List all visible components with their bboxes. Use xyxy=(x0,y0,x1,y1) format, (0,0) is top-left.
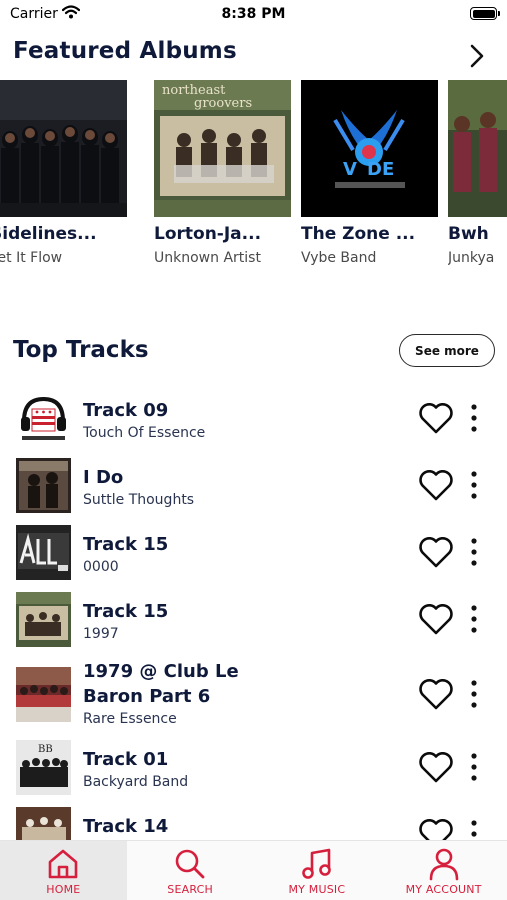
more-options-icon[interactable] xyxy=(468,679,480,709)
track-row[interactable]: 1979 @ Club Le Baron Part 6 Rare Essence xyxy=(0,653,507,734)
album-title: Sidelines... xyxy=(0,224,97,244)
track-artist: Suttle Thoughts xyxy=(83,492,195,508)
heart-icon[interactable] xyxy=(418,468,454,502)
track-row[interactable]: Track 15 1997 xyxy=(0,586,507,653)
svg-text:V: V xyxy=(343,159,357,180)
more-options-icon[interactable] xyxy=(468,537,480,567)
tab-search-label: SEARCH xyxy=(167,883,213,896)
track-info: 1979 @ Club Le Baron Part 6 Rare Essence xyxy=(83,659,403,729)
more-options-icon[interactable] xyxy=(468,604,480,634)
track-title: Track 15 xyxy=(83,601,169,622)
track-artist: Rare Essence xyxy=(83,711,177,727)
featured-albums-title: Featured Albums xyxy=(13,38,237,64)
tab-my-music-label: MY MUSIC xyxy=(288,883,346,896)
track-artwork: BB xyxy=(16,740,71,795)
track-artwork xyxy=(16,458,71,513)
track-artist: 1997 xyxy=(83,626,119,642)
track-info: Track 01 Backyard Band xyxy=(83,747,403,792)
svg-text:groovers: groovers xyxy=(194,96,252,111)
more-options-icon[interactable] xyxy=(468,819,480,840)
track-row[interactable]: Track 14 xyxy=(0,801,507,840)
tab-my-account[interactable]: MY ACCOUNT xyxy=(380,841,507,900)
tab-search[interactable]: SEARCH xyxy=(127,841,254,900)
user-icon xyxy=(427,841,461,885)
featured-albums-carousel[interactable]: Sidelines... Let It Flow northeast groov… xyxy=(0,80,507,280)
track-info: Track 15 0000 xyxy=(83,532,403,577)
track-artwork xyxy=(16,525,71,580)
track-title: I Do xyxy=(83,467,124,488)
heart-icon[interactable] xyxy=(418,602,454,636)
more-options-icon[interactable] xyxy=(468,403,480,433)
album-title: Lorton-Ja... xyxy=(154,224,262,244)
track-row[interactable]: Track 15 0000 xyxy=(0,519,507,586)
album-title: Bwh xyxy=(448,224,489,244)
featured-albums-header: Featured Albums xyxy=(13,38,493,72)
album-cover: northeast groovers xyxy=(154,80,291,217)
heart-icon[interactable] xyxy=(418,750,454,784)
track-artwork xyxy=(16,592,71,647)
status-time: 8:38 PM xyxy=(221,6,286,22)
svg-text:BB: BB xyxy=(38,744,53,755)
track-artist: 0000 xyxy=(83,559,119,575)
album-cover xyxy=(448,80,507,217)
album-artist: Let It Flow xyxy=(0,250,63,266)
track-artwork xyxy=(16,391,71,446)
track-artwork xyxy=(16,807,71,840)
album-cover: V DE xyxy=(301,80,438,217)
heart-icon[interactable] xyxy=(418,401,454,435)
album-artist: Unknown Artist xyxy=(154,250,261,266)
top-tracks-header: Top Tracks See more xyxy=(13,334,495,370)
status-bar: Carrier 8:38 PM xyxy=(0,0,507,30)
top-tracks-list: Track 09 Touch Of Essence I Do Suttle Th… xyxy=(0,385,507,840)
track-title: Track 15 xyxy=(83,534,169,555)
track-artist: Backyard Band xyxy=(83,774,189,790)
album-artist: Junkya xyxy=(448,250,495,266)
album-cover xyxy=(0,80,127,217)
album-title: The Zone ... xyxy=(301,224,416,244)
music-note-icon xyxy=(300,841,334,885)
album-artist: Vybe Band xyxy=(301,250,377,266)
tab-home[interactable]: HOME xyxy=(0,841,127,900)
heart-icon[interactable] xyxy=(418,677,454,711)
track-title: Track 01 xyxy=(83,749,169,770)
heart-icon[interactable] xyxy=(418,535,454,569)
more-options-icon[interactable] xyxy=(468,470,480,500)
tab-home-label: HOME xyxy=(46,883,81,896)
tab-my-account-label: MY ACCOUNT xyxy=(405,883,482,896)
track-row[interactable]: I Do Suttle Thoughts xyxy=(0,452,507,519)
chevron-right-icon[interactable] xyxy=(469,44,485,68)
track-artist: Touch Of Essence xyxy=(83,425,206,441)
track-title: Track 09 xyxy=(83,400,169,421)
track-info: Track 15 1997 xyxy=(83,599,403,644)
track-info: I Do Suttle Thoughts xyxy=(83,465,403,510)
track-row[interactable]: Track 09 Touch Of Essence xyxy=(0,385,507,452)
battery-icon xyxy=(470,7,500,20)
see-more-button[interactable]: See more xyxy=(399,334,495,367)
heart-icon[interactable] xyxy=(418,817,454,840)
track-info: Track 14 xyxy=(83,814,403,839)
track-info: Track 09 Touch Of Essence xyxy=(83,398,403,443)
svg-text:DE: DE xyxy=(367,159,394,180)
search-icon xyxy=(173,841,207,885)
track-artwork xyxy=(16,667,71,722)
album-card[interactable]: Sidelines... Let It Flow xyxy=(0,80,127,266)
track-title: 1979 @ Club Le Baron Part 6 xyxy=(83,661,239,707)
home-icon xyxy=(46,841,80,885)
album-card[interactable]: Bwh Junkya xyxy=(448,80,507,266)
album-card[interactable]: V DE The Zone ... Vybe Band xyxy=(301,80,438,266)
more-options-icon[interactable] xyxy=(468,752,480,782)
top-tracks-title: Top Tracks xyxy=(13,337,149,363)
track-title: Track 14 xyxy=(83,816,169,837)
track-row[interactable]: BB Track 01 Backyard Band xyxy=(0,734,507,801)
bottom-tab-bar: HOME SEARCH MY MUSIC MY ACCOUNT xyxy=(0,840,507,900)
album-card[interactable]: northeast groovers Lorton-Ja... Unknown … xyxy=(154,80,291,266)
tab-my-music[interactable]: MY MUSIC xyxy=(254,841,381,900)
